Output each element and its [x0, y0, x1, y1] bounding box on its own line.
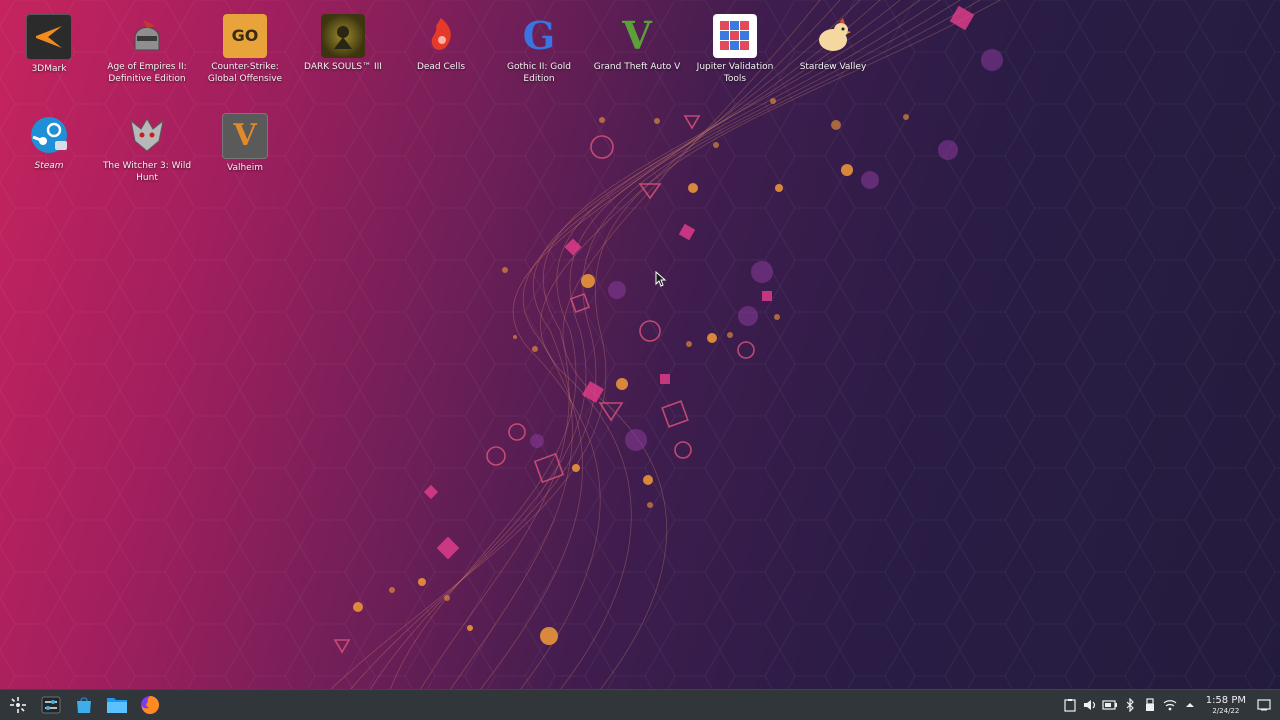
desktop-icon-witcher[interactable]: The Witcher 3: Wild Hunt — [100, 99, 194, 184]
desktop-icon-stardew[interactable]: Stardew Valley — [786, 0, 880, 73]
desktop-icon-jupiter[interactable]: Jupiter Validation Tools — [688, 0, 782, 85]
3dmark-icon — [26, 14, 72, 60]
show-desktop-icon[interactable] — [1256, 697, 1272, 713]
desktop-icon-label: Age of Empires II: Definitive Edition — [107, 62, 187, 84]
digital-clock[interactable]: 1:58 PM 2/24/22 — [1206, 695, 1246, 716]
desktop-icon-age-of-empires[interactable]: Age of Empires II: Definitive Edition — [100, 0, 194, 85]
jupiter-icon — [713, 14, 757, 58]
desktop-icon-label: 3DMark — [31, 64, 67, 74]
stardew-icon — [811, 14, 855, 58]
desktop-icon-label: Dead Cells — [416, 62, 466, 72]
wifi-icon[interactable] — [1162, 697, 1178, 713]
application-launcher-icon — [10, 697, 26, 713]
firefox-button[interactable] — [135, 690, 165, 720]
system-settings-icon — [41, 696, 61, 714]
file-manager-button[interactable] — [102, 690, 132, 720]
system-tray: 1:58 PM 2/24/22 — [1060, 690, 1280, 720]
dead-cells-icon — [419, 14, 463, 58]
desktop-icon-valheim[interactable]: V Valheim — [198, 99, 292, 174]
desktop-icon-label: Jupiter Validation Tools — [696, 62, 774, 84]
desktop-icon-steam[interactable]: Steam — [2, 99, 96, 172]
system-settings-button[interactable] — [36, 690, 66, 720]
tray-expand-icon[interactable] — [1182, 697, 1198, 713]
desktop-icon-label: Counter-Strike: Global Offensive — [207, 62, 283, 84]
desktop-icon-gta-v[interactable]: V Grand Theft Auto V — [590, 0, 684, 73]
desktop-icon-label: Gothic II: Gold Edition — [507, 62, 571, 84]
desktop-icon-3dmark[interactable]: 3DMark — [2, 0, 96, 75]
bluetooth-icon[interactable] — [1122, 697, 1138, 713]
discover-store-button[interactable] — [69, 690, 99, 720]
gta-v-icon-glyph: V — [622, 13, 652, 58]
discover-store-icon — [77, 697, 91, 713]
volume-icon[interactable] — [1082, 697, 1098, 713]
valheim-icon-glyph: V — [233, 118, 257, 153]
desktop-icon-label: DARK SOULS™ III — [304, 62, 382, 72]
desktop-icon-label: Steam — [34, 161, 64, 171]
application-launcher-button[interactable] — [3, 690, 33, 720]
csgo-icon-glyph: GO — [231, 26, 259, 45]
dark-souls-icon — [321, 14, 365, 58]
clock-date: 2/24/22 — [1212, 706, 1240, 715]
desktop-icon-label: Grand Theft Auto V — [593, 62, 681, 72]
desktop-icon-dark-souls[interactable]: DARK SOULS™ III — [296, 0, 390, 73]
desktop-icon-dead-cells[interactable]: Dead Cells — [394, 0, 488, 73]
csgo-icon: GO — [223, 14, 267, 58]
taskbar: 1:58 PM 2/24/22 — [0, 689, 1280, 720]
gothic-icon: G — [517, 14, 561, 58]
desktop-icon-label: Stardew Valley — [799, 62, 867, 72]
clipboard-icon[interactable] — [1062, 697, 1078, 713]
desktop-icon-label: The Witcher 3: Wild Hunt — [102, 161, 192, 183]
file-manager-icon — [107, 698, 127, 713]
age-of-empires-icon — [125, 14, 169, 58]
gothic-icon-glyph: G — [522, 13, 556, 58]
gta-v-icon: V — [615, 14, 659, 58]
desktop-icon-csgo[interactable]: GO Counter-Strike: Global Offensive — [198, 0, 292, 85]
valheim-icon: V — [222, 113, 268, 159]
witcher-icon — [125, 113, 169, 157]
desktop-icon-gothic[interactable]: G Gothic II: Gold Edition — [492, 0, 586, 85]
clock-time: 1:58 PM — [1205, 694, 1246, 706]
steam-icon — [27, 113, 71, 157]
battery-icon[interactable] — [1102, 697, 1118, 713]
mouse-cursor — [655, 271, 667, 287]
usb-icon[interactable] — [1142, 697, 1158, 713]
firefox-icon — [141, 696, 159, 714]
desktop-icon-label: Valheim — [227, 163, 263, 173]
